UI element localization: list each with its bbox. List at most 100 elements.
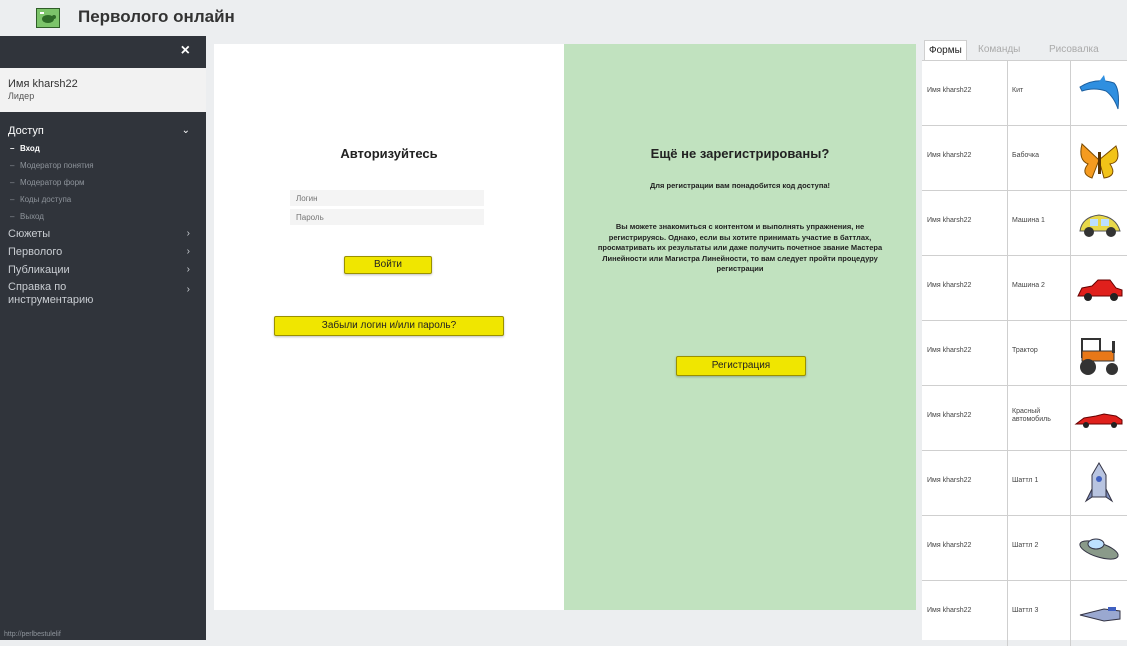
gallery-row[interactable]: Имя kharsh22 Трактор (922, 320, 1127, 386)
status-url: http://perlbestulelif (4, 631, 61, 638)
gallery-row[interactable]: Имя kharsh22 Шаттл 3 (922, 580, 1127, 646)
row-author: Имя kharsh22 (927, 217, 972, 224)
password-field[interactable] (290, 209, 484, 225)
row-author: Имя kharsh22 (927, 542, 972, 549)
row-shape-name: Машина 1 (1012, 217, 1045, 224)
column-divider (1007, 516, 1008, 581)
gallery-row[interactable]: Имя kharsh22 Шаттл 2 (922, 515, 1127, 581)
row-shape-name: Трактор (1012, 347, 1038, 354)
sidebar-item-access[interactable]: Доступ ⌄ (0, 122, 206, 140)
row-author: Имя kharsh22 (927, 412, 972, 419)
row-shape-name: Шаттл 3 (1012, 607, 1039, 614)
column-divider (1007, 451, 1008, 516)
gallery-row[interactable]: Имя kharsh22 Машина 2 (922, 255, 1127, 321)
top-bar: Перволого онлайн (0, 0, 1127, 36)
close-icon[interactable]: × (181, 42, 190, 60)
chevron-right-icon: › (186, 264, 190, 275)
column-divider (1007, 581, 1008, 646)
column-divider (1070, 191, 1071, 256)
sidebar-subitem-access-codes[interactable]: Коды доступа (0, 191, 206, 208)
chevron-down-icon: ⌄ (181, 125, 190, 136)
user-role: Лидер (8, 91, 35, 101)
column-divider (1070, 256, 1071, 321)
sidebar-item-publications[interactable]: Публикации › (0, 261, 206, 279)
car-red-icon (1077, 279, 1123, 301)
sidebar-item-help[interactable]: Справка по инструментарию › (0, 279, 206, 311)
gallery-panel: Формы Команды Рисовалка Имя kharsh22 Кит… (922, 36, 1127, 646)
car-yellow-icon (1079, 214, 1121, 237)
sidebar-item-label: Сюжеты (8, 228, 51, 240)
register-button[interactable]: Регистрация (676, 356, 806, 376)
login-button[interactable]: Войти (344, 256, 432, 274)
gallery-row[interactable]: Имя kharsh22 Шаттл 1 (922, 450, 1127, 516)
column-divider (1007, 386, 1008, 451)
row-author: Имя kharsh22 (927, 87, 972, 94)
sidebar-subitem-logout[interactable]: Выход (0, 208, 206, 225)
row-author: Имя kharsh22 (927, 607, 972, 614)
dolphin-icon (1079, 75, 1119, 110)
column-divider (1070, 321, 1071, 386)
row-author: Имя kharsh22 (927, 477, 972, 484)
sidebar-item-label: Перволого (8, 246, 63, 258)
gallery-row[interactable]: Имя kharsh22 Машина 1 (922, 190, 1127, 256)
column-divider (1007, 61, 1008, 126)
column-divider (1007, 256, 1008, 321)
chevron-right-icon: › (186, 284, 190, 295)
sidebar-subitem-form-moderator[interactable]: Модератор форм (0, 174, 206, 191)
sidebar: × Имя kharsh22 Лидер Доступ ⌄ Вход Модер… (0, 36, 206, 640)
row-author: Имя kharsh22 (927, 152, 972, 159)
login-title: Авторизуйтесь (340, 146, 438, 161)
row-shape-name: Шаттл 2 (1012, 542, 1039, 549)
column-divider (1007, 321, 1008, 386)
row-shape-name: Машина 2 (1012, 282, 1045, 289)
gallery-row[interactable]: Имя kharsh22 Красный автомобиль (922, 385, 1127, 451)
sidebar-item-pervologo[interactable]: Перволого › (0, 243, 206, 261)
tab-forms[interactable]: Формы (924, 40, 967, 61)
user-card: Имя kharsh22 Лидер (0, 68, 206, 112)
column-divider (1070, 126, 1071, 191)
column-divider (1070, 61, 1071, 126)
chevron-right-icon: › (186, 228, 190, 239)
user-name: Имя kharsh22 (8, 78, 78, 90)
sidebar-menu: Доступ ⌄ Вход Модератор понятия Модерато… (0, 122, 206, 311)
column-divider (1070, 581, 1071, 646)
gallery-tabs: Формы Команды Рисовалка (922, 36, 1127, 61)
sidebar-subitem-concept-moderator[interactable]: Модератор понятия (0, 157, 206, 174)
register-code-note: Для регистрации вам понадобится код дост… (649, 181, 831, 190)
app-title: Перволого онлайн (78, 7, 235, 26)
red-sportscar-icon (1074, 413, 1123, 428)
row-shape-name: Красный автомобиль (1012, 408, 1051, 423)
login-field[interactable] (290, 190, 484, 206)
gallery-row[interactable]: Имя kharsh22 Кит (922, 60, 1127, 126)
register-panel: Ещё не зарегистрированы? Для регистрации… (564, 44, 916, 610)
turtle-logo-icon[interactable] (36, 8, 60, 28)
row-shape-name: Бабочка (1012, 152, 1039, 159)
tab-commands[interactable]: Команды (974, 40, 1024, 60)
column-divider (1070, 516, 1071, 581)
gallery-row[interactable]: Имя kharsh22 Бабочка (922, 125, 1127, 191)
sidebar-item-label: Публикации (8, 264, 70, 276)
login-panel: Авторизуйтесь Войти Забыли логин и/или п… (214, 44, 564, 610)
chevron-right-icon: › (186, 246, 190, 257)
register-info: Вы можете знакомиться с контентом и выпо… (597, 222, 883, 273)
register-title: Ещё не зарегистрированы? (650, 146, 830, 161)
row-shape-name: Шаттл 1 (1012, 477, 1039, 484)
forgot-password-button[interactable]: Забыли логин и/или пароль? (274, 316, 504, 336)
rocket-icon (1084, 462, 1114, 503)
row-author: Имя kharsh22 (927, 347, 972, 354)
column-divider (1007, 126, 1008, 191)
ufo-icon (1079, 538, 1119, 560)
row-author: Имя kharsh22 (927, 282, 972, 289)
sidebar-item-label: Справка по инструментарию (8, 281, 94, 306)
tab-drawing[interactable]: Рисовалка (1045, 40, 1103, 60)
column-divider (1007, 191, 1008, 256)
butterfly-icon (1080, 143, 1119, 179)
spaceship-icon (1079, 607, 1121, 622)
column-divider (1070, 451, 1071, 516)
sidebar-item-label: Доступ (8, 125, 44, 137)
sidebar-subitem-login[interactable]: Вход (0, 140, 206, 157)
row-shape-name: Кит (1012, 87, 1024, 94)
sidebar-item-plots[interactable]: Сюжеты › (0, 225, 206, 243)
tractor-icon (1080, 338, 1118, 375)
column-divider (1070, 386, 1071, 451)
